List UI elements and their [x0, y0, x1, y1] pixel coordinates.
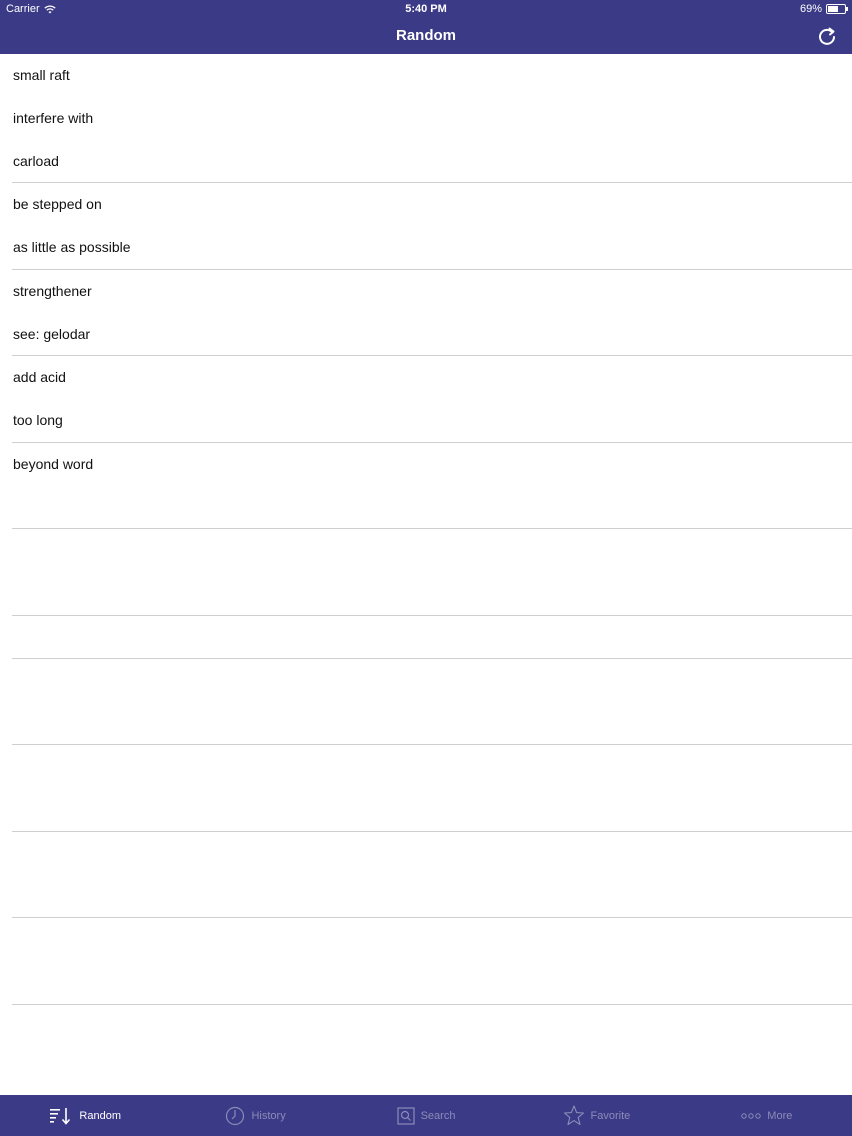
- row-separator: [12, 658, 852, 659]
- random-sort-icon: [50, 1107, 71, 1125]
- tab-bar: Random History Search Favorite More: [0, 1095, 852, 1136]
- row-separator: [12, 831, 852, 832]
- row-separator: [12, 182, 852, 183]
- row-separator: [12, 744, 852, 745]
- list-item-label: as little as possible: [13, 239, 131, 255]
- row-separator: [12, 917, 852, 918]
- row-separator: [12, 528, 852, 529]
- tab-search[interactable]: Search: [341, 1095, 511, 1136]
- search-icon: [396, 1106, 415, 1125]
- list-item-label: beyond word: [13, 456, 94, 472]
- history-clock-icon: [226, 1106, 245, 1125]
- battery-info: 69%: [799, 3, 848, 15]
- row-separator: [12, 355, 852, 356]
- tab-random-label: Random: [79, 1109, 121, 1122]
- row-separator: [12, 615, 852, 616]
- row-separator: [12, 269, 852, 270]
- list-item-label: too long: [13, 412, 63, 428]
- row-separator: [12, 1004, 852, 1005]
- star-icon: [563, 1105, 584, 1126]
- tab-more[interactable]: More: [682, 1095, 852, 1136]
- refresh-icon[interactable]: [816, 25, 838, 47]
- list-item-label: be stepped on: [13, 196, 102, 212]
- clock: 5:40 PM: [405, 3, 447, 15]
- battery-percent: 69%: [799, 3, 822, 15]
- battery-icon: [826, 4, 848, 14]
- list-item-label: small raft: [13, 67, 70, 83]
- list-item-label: carload: [13, 153, 59, 169]
- more-dots-icon: [741, 1112, 761, 1119]
- list-item-label: strengthener: [13, 283, 92, 299]
- tab-history[interactable]: History: [170, 1095, 340, 1136]
- status-bar: Carrier 5:40 PM 69%: [0, 0, 852, 18]
- list-item-label: see: gelodar: [13, 326, 91, 342]
- navigation-bar: Random: [0, 18, 852, 54]
- list-item-label: add acid: [13, 369, 66, 385]
- row-separator: [12, 442, 852, 443]
- tab-random[interactable]: Random: [0, 1095, 170, 1136]
- list-item-label: interfere with: [13, 110, 94, 126]
- tab-search-label: Search: [420, 1109, 456, 1122]
- page-title: Random: [396, 27, 456, 44]
- tab-favorite-label: Favorite: [590, 1109, 631, 1122]
- tab-more-label: More: [767, 1109, 793, 1122]
- tab-history-label: History: [251, 1109, 286, 1122]
- tab-favorite[interactable]: Favorite: [511, 1095, 681, 1136]
